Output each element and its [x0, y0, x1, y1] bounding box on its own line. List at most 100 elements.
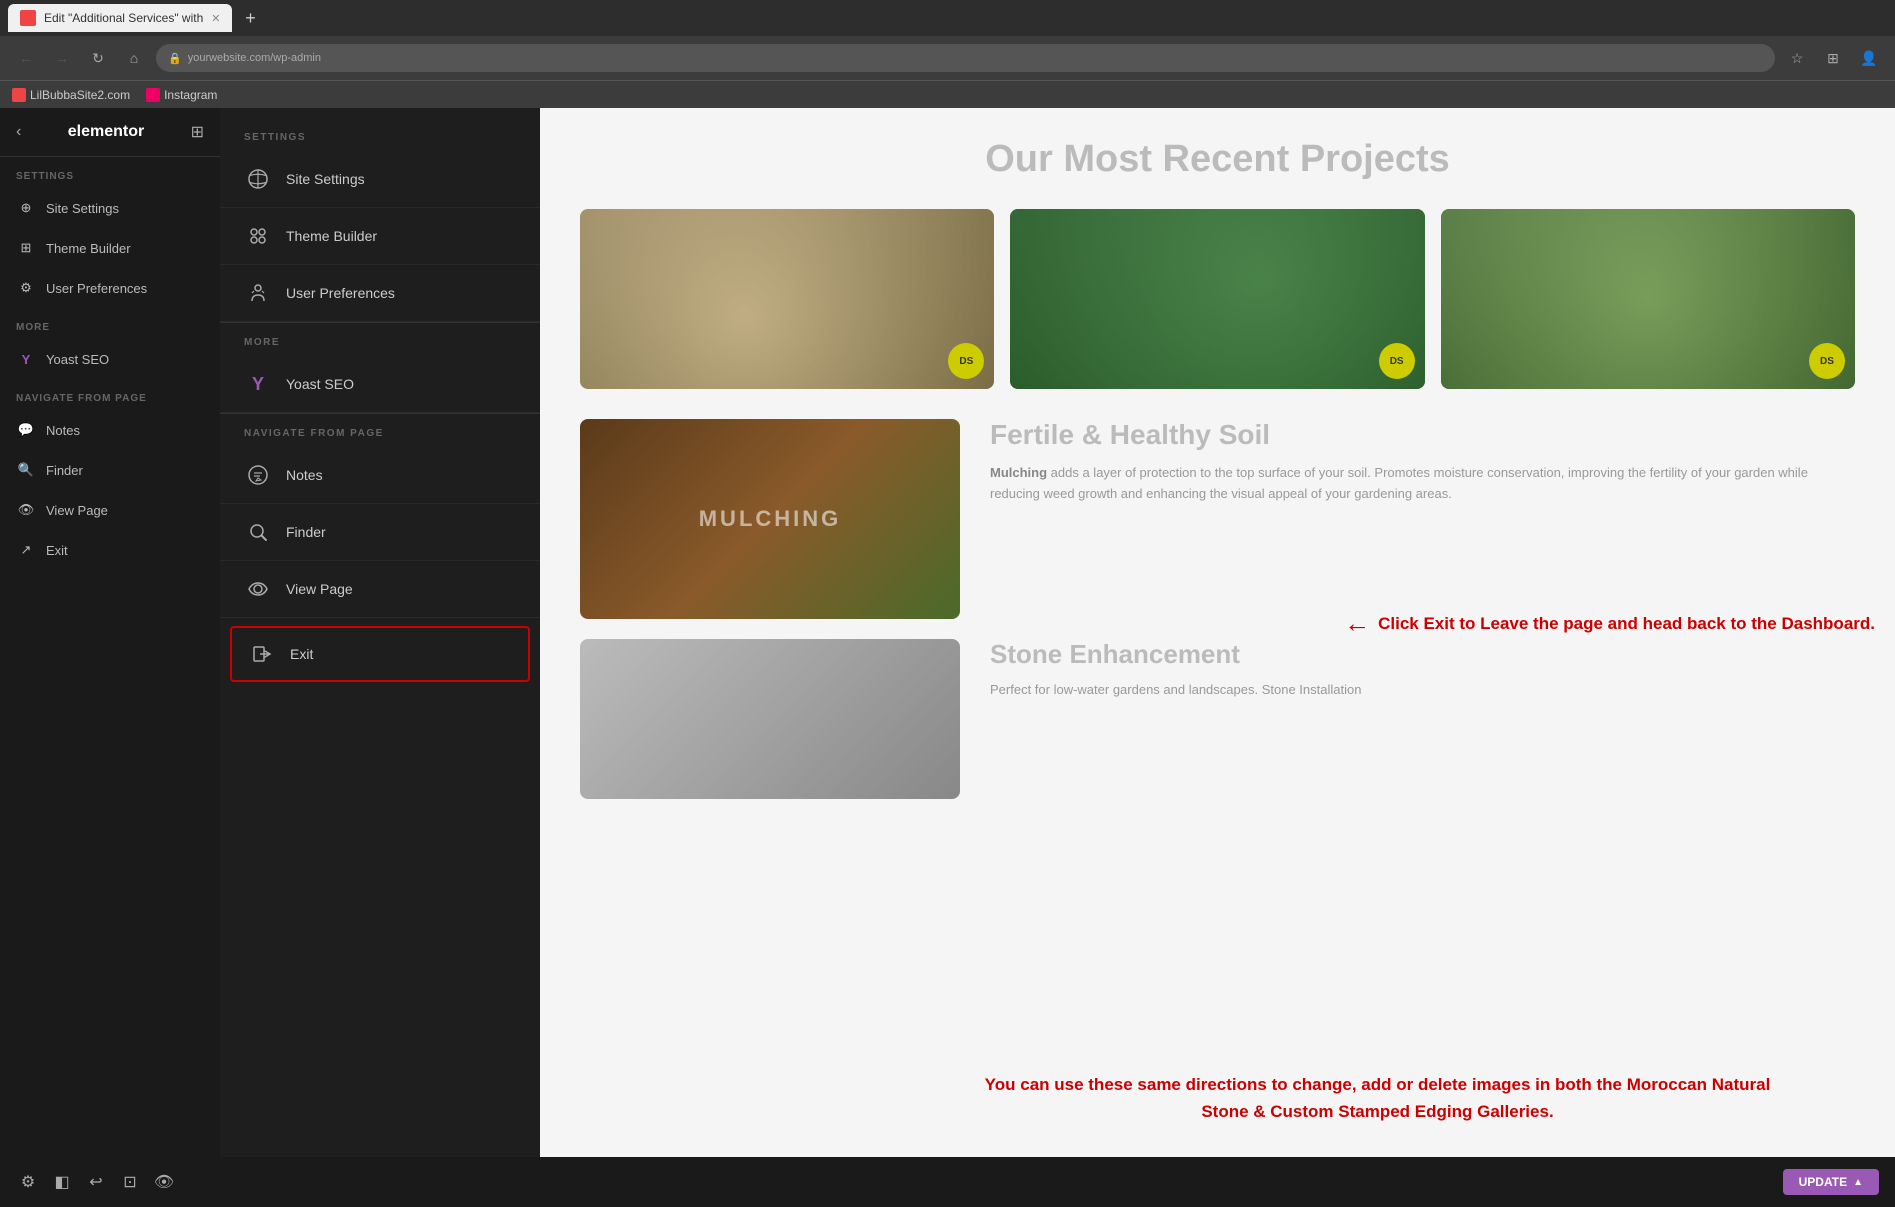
panel-item-finder[interactable]: Finder — [220, 504, 540, 561]
panel-item-exit[interactable]: Exit — [230, 626, 530, 682]
panel-finder-icon — [244, 518, 272, 546]
bookmark-label-1: LilBubbaSite2.com — [30, 88, 130, 102]
panel-user-prefs-icon — [244, 279, 272, 307]
new-tab-button[interactable]: + — [236, 4, 264, 32]
card-logo-2: DS — [1379, 343, 1415, 379]
sidebar-item-yoast[interactable]: Y Yoast SEO — [0, 339, 220, 379]
panel-notes-icon — [244, 461, 272, 489]
sidebar-site-settings-label: Site Settings — [46, 201, 119, 216]
tab-label: Edit "Additional Services" with — [44, 11, 203, 25]
user-prefs-icon: ⚙ — [16, 278, 36, 298]
panel-yoast-label: Yoast SEO — [286, 376, 354, 392]
sidebar-item-exit[interactable]: ↗ Exit — [0, 530, 220, 570]
panel-more-label: MORE — [220, 322, 540, 356]
notes-icon: 💬 — [16, 420, 36, 440]
sidebar-more-section-label: MORE — [0, 308, 220, 339]
panel-theme-builder-icon — [244, 222, 272, 250]
panel-item-notes[interactable]: Notes — [220, 447, 540, 504]
bottom-preview-icon[interactable]: 👁 — [152, 1170, 176, 1194]
profile-button[interactable]: 👤 — [1855, 44, 1883, 72]
stone-text: Stone Enhancement Perfect for low-water … — [990, 639, 1855, 799]
mulching-term: Mulching — [990, 465, 1047, 480]
sidebar-item-user-preferences[interactable]: ⚙ User Preferences — [0, 268, 220, 308]
panel-exit-label: Exit — [290, 646, 313, 662]
panel-item-view-page[interactable]: View Page — [220, 561, 540, 618]
stone-section: Stone Enhancement Perfect for low-water … — [580, 639, 1855, 799]
site-settings-icon: ⊕ — [16, 198, 36, 218]
forward-button[interactable]: → — [48, 44, 76, 72]
bookmark-label-2: Instagram — [164, 88, 217, 102]
active-tab[interactable]: Edit "Additional Services" with ✕ — [8, 4, 232, 32]
panel-finder-label: Finder — [286, 524, 326, 540]
tab-bar: Edit "Additional Services" with ✕ + — [0, 0, 1895, 36]
finder-icon: 🔍 — [16, 460, 36, 480]
bottom-annotation: You can use these same directions to cha… — [978, 1071, 1778, 1125]
bookmark-instagram[interactable]: Instagram — [146, 88, 217, 102]
panel-item-theme-builder[interactable]: Theme Builder — [220, 208, 540, 265]
content-inner: Our Most Recent Projects DS DS — [540, 108, 1895, 829]
bookmark-lilbubba[interactable]: LilBubbaSite2.com — [12, 88, 130, 102]
sidebar-grid-icon[interactable]: ⊞ — [191, 122, 204, 142]
elementor-sidebar: ‹ elementor ⊞ SETTINGS ⊕ Site Settings ⊞… — [0, 108, 220, 1205]
exit-icon: ↗ — [16, 540, 36, 560]
address-bar[interactable]: 🔒 yourwebsite.com/wp-admin — [156, 44, 1775, 72]
address-text: yourwebsite.com/wp-admin — [188, 52, 321, 64]
sidebar-collapse-button[interactable]: ‹ — [16, 123, 21, 141]
bottom-responsive-icon[interactable]: ⊡ — [118, 1170, 142, 1194]
sidebar-user-prefs-label: User Preferences — [46, 281, 147, 296]
nav-bar: ← → ↻ ⌂ 🔒 yourwebsite.com/wp-admin ☆ ⊞ 👤 — [0, 36, 1895, 80]
theme-builder-icon: ⊞ — [16, 238, 36, 258]
reload-button[interactable]: ↻ — [84, 44, 112, 72]
panel-notes-label: Notes — [286, 467, 323, 483]
bookmark-favicon-2 — [146, 88, 160, 102]
panel-item-yoast[interactable]: Y Yoast SEO — [220, 356, 540, 413]
panel-settings-label: SETTINGS — [220, 128, 540, 151]
soil-section: MULCHING Fertile & Healthy Soil Mulching… — [580, 419, 1855, 619]
update-button[interactable]: UPDATE ▲ — [1783, 1169, 1879, 1195]
bottom-layers-icon[interactable]: ◧ — [50, 1170, 74, 1194]
extensions-button[interactable]: ⊞ — [1819, 44, 1847, 72]
home-button[interactable]: ⌂ — [120, 44, 148, 72]
stone-body: Perfect for low-water gardens and landsc… — [990, 680, 1855, 701]
sidebar-item-view-page[interactable]: 👁 View Page — [0, 490, 220, 530]
update-arrow-icon: ▲ — [1853, 1177, 1863, 1188]
panel-item-site-settings[interactable]: Site Settings — [220, 151, 540, 208]
sidebar-item-notes[interactable]: 💬 Notes — [0, 410, 220, 450]
bottom-annotation-text: You can use these same directions to cha… — [985, 1075, 1771, 1121]
stone-image — [580, 639, 960, 799]
update-button-label: UPDATE — [1799, 1175, 1847, 1189]
panel-item-user-preferences[interactable]: User Preferences — [220, 265, 540, 322]
tab-close-button[interactable]: ✕ — [211, 12, 220, 25]
bookmark-button[interactable]: ☆ — [1783, 44, 1811, 72]
soil-title: Fertile & Healthy Soil — [990, 419, 1855, 451]
exit-annotation: ← Click Exit to Leave the page and head … — [1344, 608, 1875, 639]
bookmark-favicon-1 — [12, 88, 26, 102]
sidebar-header: ‹ elementor ⊞ — [0, 108, 220, 157]
browser-chrome: Edit "Additional Services" with ✕ + ← → … — [0, 0, 1895, 80]
bottom-bar: ⚙ ◧ ↩ ⊡ 👁 UPDATE ▲ — [0, 1157, 1895, 1207]
lock-icon: 🔒 — [168, 52, 182, 65]
bottom-settings-icon[interactable]: ⚙ — [16, 1170, 40, 1194]
sidebar-finder-label: Finder — [46, 463, 83, 478]
back-button[interactable]: ← — [12, 44, 40, 72]
bottom-history-icon[interactable]: ↩ — [84, 1170, 108, 1194]
panel-navigate-label: NAVIGATE FROM PAGE — [220, 413, 540, 447]
sidebar-item-finder[interactable]: 🔍 Finder — [0, 450, 220, 490]
panel-view-page-label: View Page — [286, 581, 353, 597]
soil-image: MULCHING — [580, 419, 960, 619]
sidebar-item-site-settings[interactable]: ⊕ Site Settings — [0, 188, 220, 228]
mulching-overlay-label: MULCHING — [699, 506, 842, 532]
panel-site-settings-icon — [244, 165, 272, 193]
sidebar-yoast-label: Yoast SEO — [46, 352, 109, 367]
expanded-panel: SETTINGS Site Settings Theme Builder Use… — [220, 108, 540, 1205]
sidebar-item-theme-builder[interactable]: ⊞ Theme Builder — [0, 228, 220, 268]
content-area: Our Most Recent Projects DS DS — [540, 108, 1895, 1205]
page-main-title: Our Most Recent Projects — [580, 138, 1855, 181]
tab-favicon — [20, 10, 36, 26]
sidebar-settings-section-label: SETTINGS — [0, 157, 220, 188]
panel-view-page-icon — [244, 575, 272, 603]
panel-user-prefs-label: User Preferences — [286, 285, 395, 301]
card-logo-3: DS — [1809, 343, 1845, 379]
left-arrow-icon: ← — [1344, 608, 1370, 639]
project-card-1: DS — [580, 209, 994, 389]
